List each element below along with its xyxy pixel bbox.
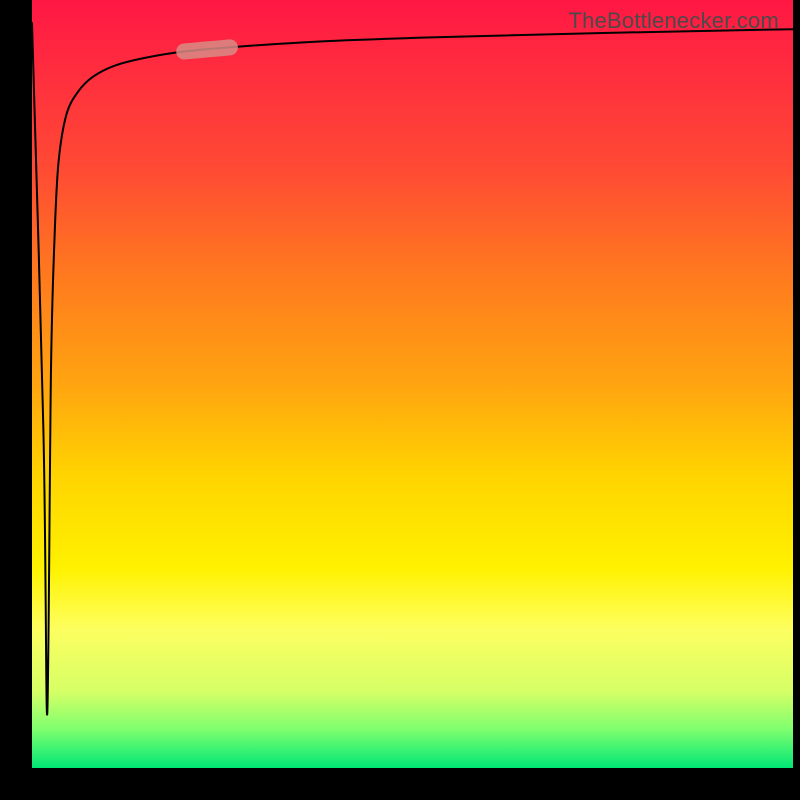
curve-svg xyxy=(32,0,793,768)
frame-right xyxy=(793,0,800,800)
frame-left xyxy=(0,0,32,800)
curve-highlight xyxy=(184,47,230,51)
chart-stage: TheBottlenecker.com xyxy=(0,0,800,800)
bottleneck-curve xyxy=(32,23,793,715)
frame-bottom xyxy=(0,768,800,800)
plot-area: TheBottlenecker.com xyxy=(32,0,793,768)
